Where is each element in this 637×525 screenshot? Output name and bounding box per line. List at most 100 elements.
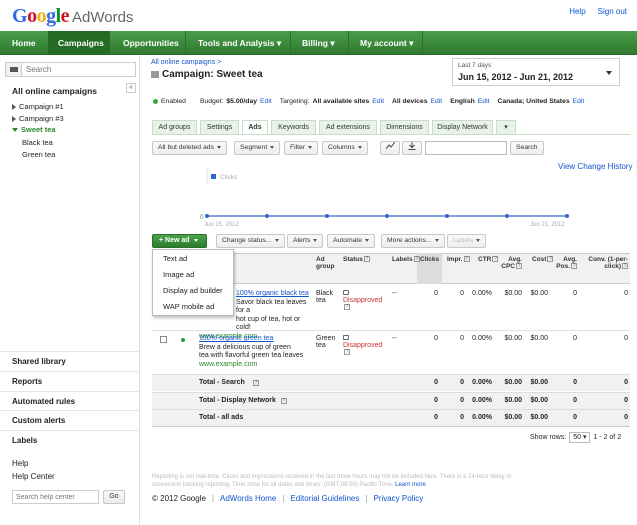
col-clicks[interactable]: Clicks <box>420 256 439 263</box>
help-icon[interactable]: ? <box>363 256 370 263</box>
sidebar-adgroup-green-tea[interactable]: Green tea <box>22 150 55 159</box>
col-impr[interactable]: Impr.? <box>447 256 470 263</box>
sidebar-help-center[interactable]: Help Center <box>12 472 55 481</box>
collapse-sidebar-button[interactable]: « <box>126 83 136 93</box>
col-status[interactable]: Status? <box>343 256 370 263</box>
show-rows-select[interactable]: 50 ▾ <box>569 432 591 443</box>
location-edit-link[interactable]: Edit <box>573 98 585 105</box>
speech-bubble-icon[interactable] <box>343 290 349 295</box>
sidebar-campaign-sweet-tea[interactable]: Sweet tea <box>12 125 56 134</box>
help-icon[interactable]: ? <box>281 398 287 404</box>
tab-display-network[interactable]: Display Network <box>432 120 493 135</box>
filter-button[interactable]: Filter <box>284 141 319 155</box>
sign-out-link[interactable]: Sign out <box>598 7 627 16</box>
chart-point[interactable] <box>205 214 209 218</box>
help-icon[interactable]: ? <box>413 256 420 263</box>
sidebar-adgroup-black-tea[interactable]: Black tea <box>22 138 53 147</box>
help-icon[interactable]: ? <box>253 380 259 386</box>
folder-icon[interactable] <box>6 63 22 76</box>
nav-billing[interactable]: Billing ▾ <box>292 31 345 55</box>
row-checkbox[interactable] <box>160 336 167 343</box>
col-avg-pos[interactable]: Avg. Pos.? <box>555 256 577 270</box>
table-search-input[interactable] <box>425 141 507 155</box>
tab-ads[interactable]: Ads <box>242 120 268 135</box>
help-link[interactable]: Help <box>569 7 585 16</box>
chart-point[interactable] <box>565 214 569 218</box>
more-tabs-button[interactable]: ▾ <box>496 120 516 135</box>
nav-campaigns[interactable]: Campaigns <box>48 31 110 55</box>
chart-point[interactable] <box>385 214 389 218</box>
speech-bubble-icon[interactable] <box>343 335 349 340</box>
row-ad-group-link[interactable]: Green tea <box>316 335 336 349</box>
help-icon[interactable]: ? <box>516 263 522 270</box>
nav-my-account[interactable]: My account ▾ <box>350 31 423 55</box>
col-avg-cpc[interactable]: Avg. CPC? <box>500 256 522 270</box>
ad-headline-link[interactable]: 100% organic green tea <box>199 335 273 342</box>
date-range-picker[interactable]: Last 7 days Jun 15, 2012 - Jun 21, 2012 <box>452 58 620 86</box>
help-icon[interactable]: ? <box>463 256 470 263</box>
help-icon[interactable]: ? <box>571 263 577 270</box>
adwords-logo[interactable]: Google AdWords <box>12 5 133 27</box>
language-edit-link[interactable]: Edit <box>478 98 490 105</box>
breadcrumb[interactable]: All online campaigns > <box>151 59 221 66</box>
nav-home[interactable]: Home <box>2 31 46 55</box>
labels-button[interactable]: Labels <box>447 234 487 248</box>
segment-button[interactable]: Segment <box>234 141 281 155</box>
help-icon[interactable]: ? <box>547 256 554 263</box>
columns-button[interactable]: Columns <box>322 141 368 155</box>
sidebar-reports[interactable]: Reports <box>0 371 139 390</box>
chart-point[interactable] <box>445 214 449 218</box>
graph-toggle-button[interactable] <box>380 141 400 155</box>
menu-image-ad[interactable]: Image ad <box>163 270 194 279</box>
help-icon[interactable]: ? <box>492 256 499 263</box>
sidebar-campaign-3[interactable]: Campaign #3 <box>12 114 64 123</box>
tab-keywords[interactable]: Keywords <box>271 120 316 135</box>
editorial-guidelines-link[interactable]: Editorial Guidelines <box>290 494 359 503</box>
sidebar-all-campaigns[interactable]: All online campaigns <box>12 86 97 96</box>
automate-button[interactable]: Automate <box>327 234 376 248</box>
nav-opportunities[interactable]: Opportunities <box>113 31 189 55</box>
chart-point[interactable] <box>265 214 269 218</box>
tab-dimensions[interactable]: Dimensions <box>380 120 429 135</box>
change-status-button[interactable]: Change status... <box>216 234 285 248</box>
devices-edit-link[interactable]: Edit <box>430 98 442 105</box>
tab-ad-extensions[interactable]: Ad extensions <box>319 120 377 135</box>
alerts-button[interactable]: Alerts <box>287 234 324 248</box>
col-conv[interactable]: Conv. (1-per-click)? <box>586 256 628 270</box>
sidebar-custom-alerts[interactable]: Custom alerts <box>0 410 139 429</box>
chart-point[interactable] <box>325 214 329 218</box>
ad-headline-link[interactable]: 100% organic black tea <box>236 290 309 297</box>
new-ad-button[interactable]: + New ad <box>152 234 207 248</box>
learn-more-link[interactable]: Learn more <box>395 482 426 488</box>
ad-status-filter[interactable]: All but deleted ads <box>152 141 227 155</box>
col-ad-group[interactable]: Ad group <box>316 256 340 270</box>
sidebar-shared-library[interactable]: Shared library <box>0 351 139 370</box>
menu-display-ad-builder[interactable]: Display ad builder <box>163 286 223 295</box>
menu-text-ad[interactable]: Text ad <box>163 254 187 263</box>
privacy-policy-link[interactable]: Privacy Policy <box>373 494 423 503</box>
targeting-edit-link[interactable]: Edit <box>372 98 384 105</box>
tab-settings[interactable]: Settings <box>200 120 239 135</box>
sidebar-search-input[interactable] <box>26 64 131 75</box>
help-icon[interactable]: ? <box>344 304 350 311</box>
download-button[interactable] <box>402 141 422 155</box>
menu-wap-mobile-ad[interactable]: WAP mobile ad <box>163 302 214 311</box>
adwords-home-link[interactable]: AdWords Home <box>220 494 276 503</box>
help-search-input[interactable] <box>12 490 99 504</box>
col-labels[interactable]: Labels? <box>392 256 420 263</box>
budget-edit-link[interactable]: Edit <box>260 98 272 105</box>
sidebar-campaign-1[interactable]: Campaign #1 <box>12 102 64 111</box>
expand-icon[interactable] <box>12 103 16 110</box>
expand-icon[interactable] <box>12 115 16 122</box>
help-go-button[interactable]: Go <box>103 490 125 504</box>
col-ctr[interactable]: CTR? <box>478 256 499 263</box>
chart-point[interactable] <box>505 214 509 218</box>
nav-tools[interactable]: Tools and Analysis ▾ <box>188 31 291 55</box>
sidebar-labels[interactable]: Labels <box>0 430 139 449</box>
tab-ad-groups[interactable]: Ad groups <box>152 120 197 135</box>
col-cost[interactable]: Cost? <box>532 256 554 263</box>
help-icon[interactable]: ? <box>622 263 628 270</box>
table-search-button[interactable]: Search <box>510 141 544 155</box>
row-ad-group-link[interactable]: Black tea <box>316 290 336 304</box>
sidebar-automated-rules[interactable]: Automated rules <box>0 391 139 410</box>
